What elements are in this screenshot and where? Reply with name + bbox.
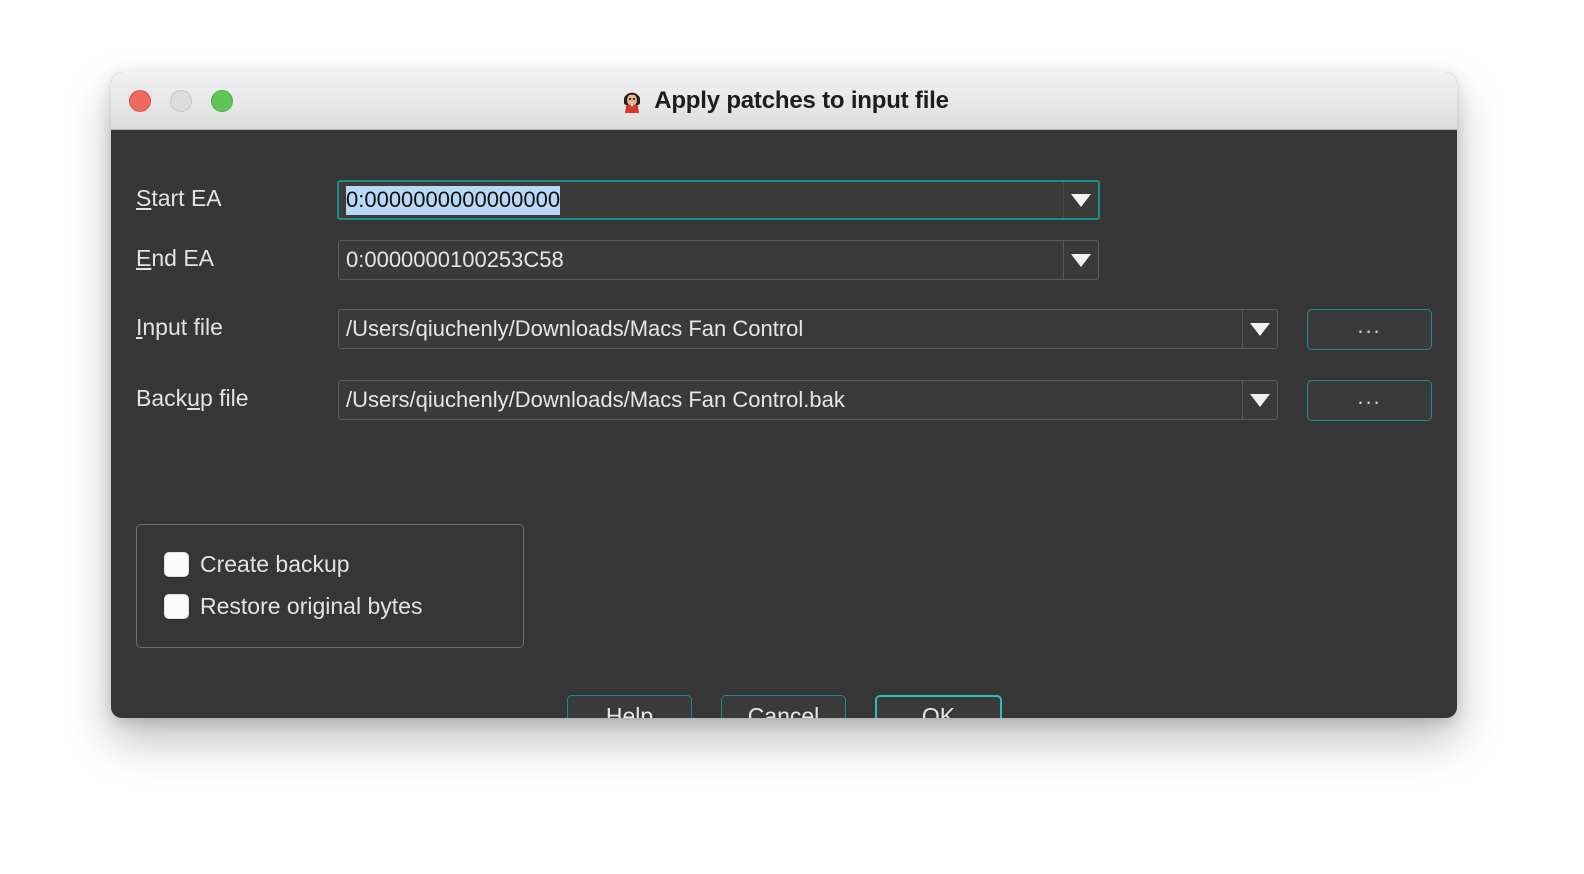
restore-original-bytes-row[interactable]: Restore original bytes [164,593,422,620]
backup-file-label-mnemonic: u [187,385,200,411]
input-file-label: Input file [136,314,223,341]
window-title: Apply patches to input file [654,86,949,114]
restore-original-bytes-label: Restore original bytes [200,593,423,619]
end-ea-label-mnemonic: E [136,245,152,271]
chevron-down-icon [1071,253,1091,267]
end-ea-combobox[interactable]: 0:0000000100253C58 [338,240,1099,280]
dialog-window: Apply patches to input file Start EA 0:0… [111,72,1457,718]
close-button[interactable] [129,89,151,112]
app-avatar-icon [619,88,645,114]
backup-file-combobox[interactable]: /Users/qiuchenly/Downloads/Macs Fan Cont… [338,380,1278,420]
help-button[interactable]: Help [567,695,692,718]
backup-file-browse-button[interactable]: ... [1307,380,1432,421]
end-ea-input[interactable]: 0:0000000100253C58 [339,241,1063,279]
chevron-down-icon [1071,193,1091,207]
ok-button[interactable]: OK [875,695,1002,718]
backup-file-input[interactable]: /Users/qiuchenly/Downloads/Macs Fan Cont… [339,381,1242,419]
start-ea-value: 0:0000000000000000 [346,185,561,215]
start-ea-input[interactable]: 0:0000000000000000 [339,182,1063,218]
restore-original-bytes-checkbox[interactable] [164,594,189,619]
input-file-label-rest: nput file [142,314,223,340]
input-file-browse-button[interactable]: ... [1307,309,1432,350]
dialog-body: Start EA 0:0000000000000000 End EA 0:000… [111,130,1457,718]
backup-file-dropdown-button[interactable] [1242,381,1277,419]
chevron-down-icon [1250,393,1270,407]
cancel-button[interactable]: Cancel [721,695,846,718]
create-backup-row[interactable]: Create backup [164,551,350,578]
start-ea-label-mnemonic: S [136,185,152,211]
backup-file-label: Backup file [136,385,249,412]
end-ea-label-rest: nd EA [151,245,214,271]
minimize-button[interactable] [170,89,192,112]
backup-file-label-b: p file [199,385,249,411]
maximize-button[interactable] [211,89,233,112]
input-file-input[interactable]: /Users/qiuchenly/Downloads/Macs Fan Cont… [339,310,1242,348]
start-ea-combobox[interactable]: 0:0000000000000000 [337,180,1100,220]
start-ea-dropdown-button[interactable] [1063,182,1098,218]
title-wrap: Apply patches to input file [619,87,949,115]
end-ea-label: End EA [136,245,214,272]
input-file-combobox[interactable]: /Users/qiuchenly/Downloads/Macs Fan Cont… [338,309,1278,349]
input-file-dropdown-button[interactable] [1242,310,1277,348]
end-ea-dropdown-button[interactable] [1063,241,1098,279]
options-group: Create backup Restore original bytes [136,524,524,648]
start-ea-label: Start EA [136,185,222,212]
chevron-down-icon [1250,322,1270,336]
create-backup-label: Create backup [200,551,350,577]
backup-file-value: /Users/qiuchenly/Downloads/Macs Fan Cont… [346,387,845,412]
traffic-light-group [129,89,233,112]
backup-file-label-a: Back [136,385,188,411]
create-backup-checkbox[interactable] [164,552,189,577]
end-ea-value: 0:0000000100253C58 [346,247,564,272]
window-titlebar: Apply patches to input file [111,72,1457,130]
start-ea-label-rest: tart EA [151,185,222,211]
input-file-value: /Users/qiuchenly/Downloads/Macs Fan Cont… [346,316,804,341]
